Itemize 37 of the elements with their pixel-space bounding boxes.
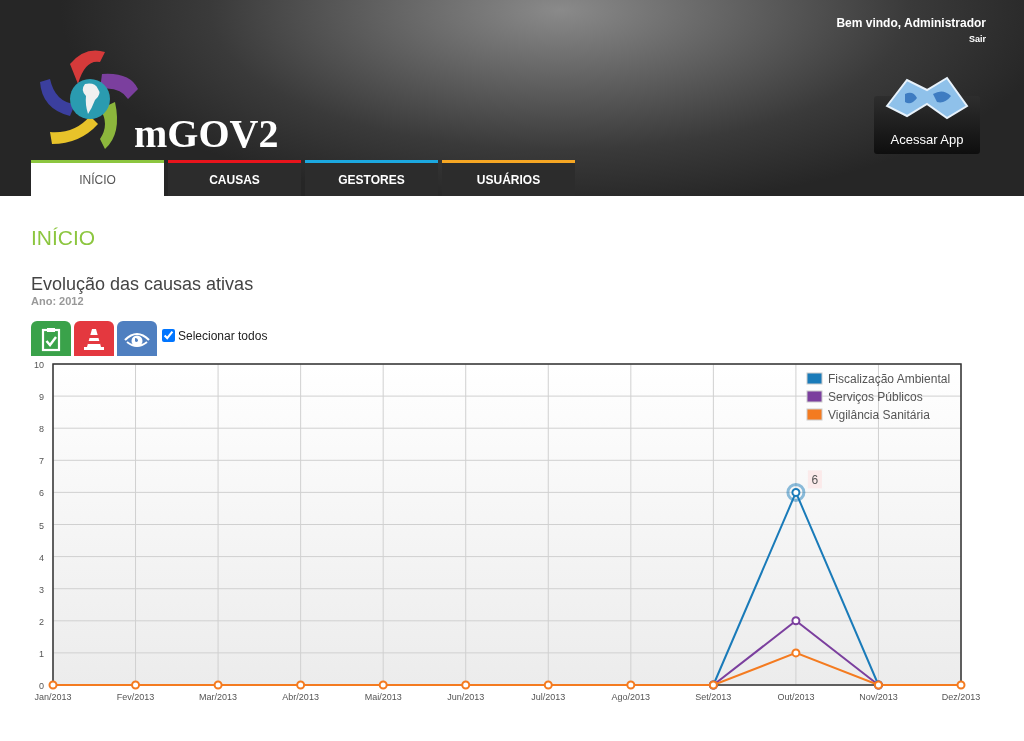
section-title: Evolução das causas ativas — [31, 274, 255, 295]
x-tick-label: Out/2013 — [777, 692, 815, 702]
y-tick-label: 10 — [34, 360, 44, 370]
logo-text: mGOV2 — [134, 114, 279, 154]
x-tick-label: Jun/2013 — [447, 692, 485, 702]
y-tick-label: 1 — [39, 648, 44, 659]
y-tick-label: 6 — [39, 488, 44, 499]
y-tick-label: 2 — [39, 616, 44, 627]
y-tick-label: 7 — [39, 456, 44, 467]
y-tick-label: 3 — [39, 584, 44, 595]
x-tick-label: Ago/2013 — [611, 692, 651, 702]
nav-tab[interactable]: INÍCIO — [31, 160, 164, 196]
welcome-text: Bem vindo, Administrador — [836, 16, 986, 30]
y-tick-label: 4 — [39, 552, 44, 563]
x-tick-label: Jan/2013 — [34, 692, 72, 702]
y-tick-label: 0 — [39, 681, 44, 691]
x-tick-label: Mai/2013 — [364, 692, 402, 702]
year-label: Ano: 2012 — [31, 295, 85, 307]
tooltip-value: 6 — [811, 473, 819, 488]
nav-tab[interactable]: CAUSAS — [168, 160, 301, 196]
x-tick-label: Set/2013 — [695, 692, 732, 702]
logout-link[interactable]: Sair — [969, 34, 986, 44]
legend-label: Vigilância Sanitária — [828, 408, 930, 422]
x-tick-label: Dez/2013 — [941, 692, 981, 702]
legend-label: Fiscalização Ambiental — [828, 372, 951, 386]
y-tick-label: 9 — [39, 392, 44, 403]
x-tick-label: Fev/2013 — [116, 692, 155, 702]
legend-label: Serviços Públicos — [828, 390, 923, 404]
nav-tab[interactable]: GESTORES — [305, 160, 438, 196]
x-tick-label: Jul/2013 — [531, 692, 566, 702]
x-tick-label: Abr/2013 — [282, 692, 319, 702]
x-tick-label: Nov/2013 — [859, 692, 898, 702]
page-title: INÍCIO — [31, 226, 97, 250]
select-all-label[interactable]: Selecionar todos — [178, 328, 268, 343]
x-tick-label: Mar/2013 — [199, 692, 238, 702]
y-tick-label: 5 — [39, 520, 44, 531]
y-tick-label: 8 — [39, 424, 44, 435]
